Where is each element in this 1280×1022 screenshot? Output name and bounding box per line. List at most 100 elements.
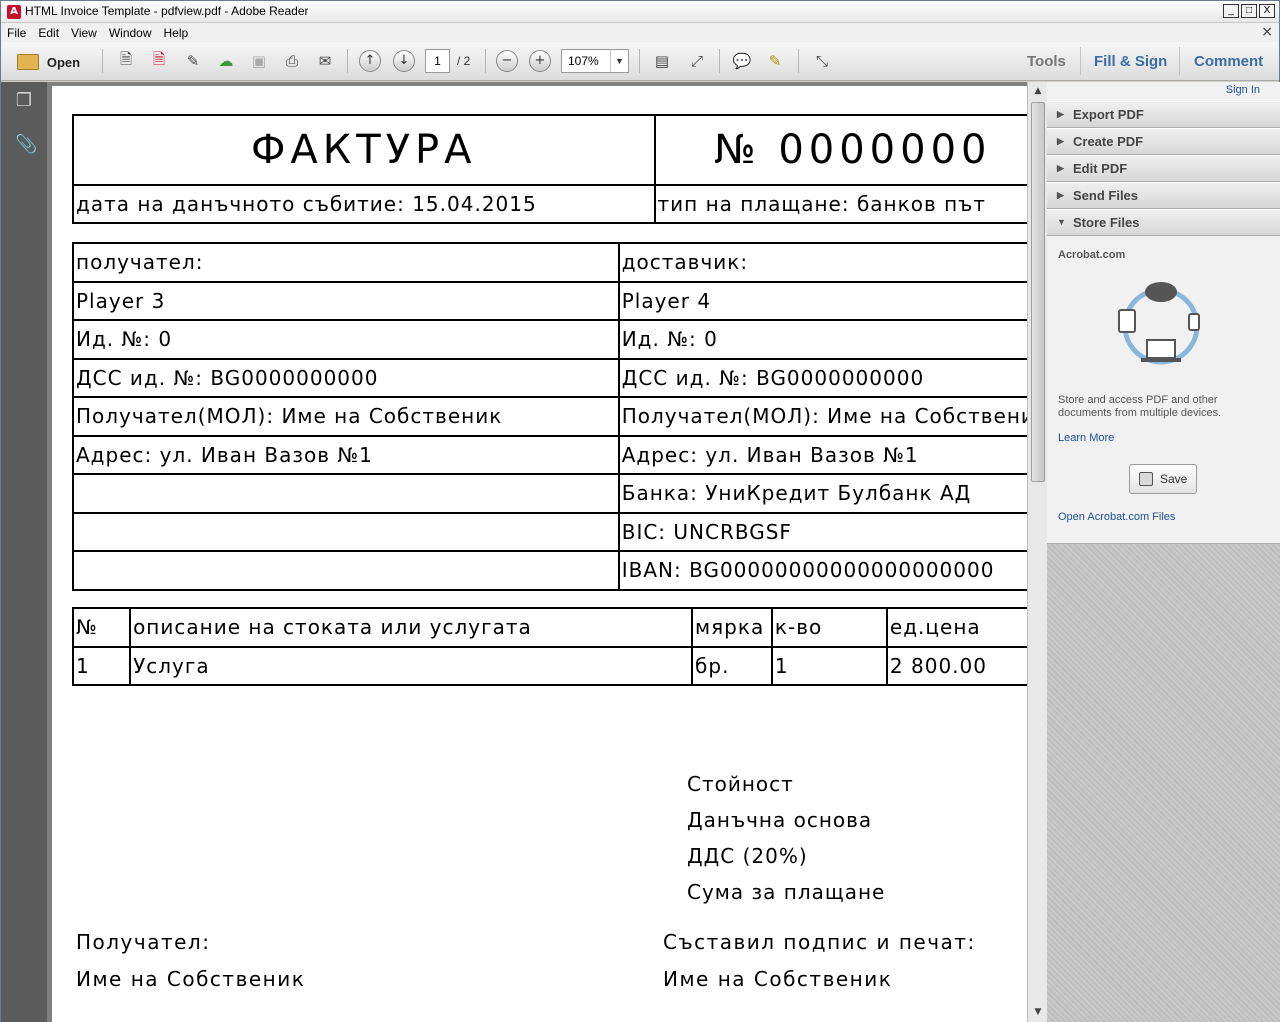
create-pdf-icon[interactable]: 🗎 <box>114 49 138 73</box>
invoice-number: № 0000000 <box>653 114 1027 186</box>
menu-edit[interactable]: Edit <box>32 26 65 40</box>
recipient-signature: Получател: Име на Собственик <box>76 924 305 998</box>
upload-cloud-icon[interactable]: ☁ <box>213 49 239 73</box>
minus-icon: − <box>496 50 518 72</box>
col-unit: мярка <box>691 607 773 648</box>
vat-label: ДДС (20%) <box>687 844 808 868</box>
tab-fill-sign[interactable]: Fill & Sign <box>1094 53 1167 70</box>
arrow-up-icon: ↑ <box>359 50 381 72</box>
document-view[interactable]: ФАКТУРА № 0000000 дата на данъчното съби… <box>47 82 1027 1022</box>
col-quantity: к-во <box>770 607 888 648</box>
maximize-button[interactable]: □ <box>1241 4 1257 18</box>
fit-width-icon[interactable]: ⤢ <box>684 49 710 73</box>
menu-file[interactable]: File <box>1 26 32 40</box>
supplier-vat: ДСС ид. №: BG0000000000 <box>617 357 1027 398</box>
save-disk-icon <box>1139 472 1153 486</box>
attachments-icon[interactable]: 📎 <box>15 134 37 155</box>
recipient-signature-name: Име на Собственик <box>76 967 306 991</box>
tab-divider <box>1179 47 1180 75</box>
plus-icon: + <box>529 50 551 72</box>
navigation-pane: ❐ 📎 <box>1 82 47 1022</box>
supplier-name: Player 4 <box>617 280 1027 321</box>
menu-view[interactable]: View <box>65 26 103 40</box>
tab-comment[interactable]: Comment <box>1194 53 1263 70</box>
section-label: Send Files <box>1073 188 1139 203</box>
empty-cell <box>72 511 620 552</box>
window-controls: _ □ X <box>1223 4 1275 18</box>
export-pdf-section[interactable]: ▶ Export PDF <box>1047 101 1280 128</box>
open-button[interactable]: Open <box>11 50 86 74</box>
supplier-address: Адрес: ул. Иван Вазов №1 <box>617 434 1027 475</box>
toolbar-separator <box>639 49 640 73</box>
page-number-input[interactable]: 1 <box>425 49 450 73</box>
total-value-label: Стойност <box>687 772 794 796</box>
print-icon[interactable]: ⎙ <box>279 49 305 73</box>
page-thumbnails-icon[interactable]: ❐ <box>15 90 33 111</box>
parties-table: получател: доставчик: Player 3 Player 4 Ид… <box>72 242 1027 591</box>
full-screen-icon[interactable]: ⤡ <box>809 49 835 73</box>
document-scrollbar[interactable]: ▲ ▼ <box>1027 82 1047 1022</box>
store-files-section[interactable]: ▼ Store Files <box>1047 209 1280 236</box>
zoom-select[interactable]: 107% ▼ <box>561 49 629 73</box>
previous-page-button[interactable]: ↑ <box>358 49 382 73</box>
col-unit-price: ед.цена <box>885 607 1027 648</box>
tax-event-date: дата на данъчното събитие: 15.04.2015 <box>72 184 656 224</box>
edit-pdf-icon[interactable]: ✎ <box>181 49 205 73</box>
toolbar-separator <box>102 49 103 73</box>
sticky-note-icon[interactable]: 💬 <box>729 49 755 73</box>
item-unit-price: 2 800.00 <box>885 645 1027 686</box>
item-unit: бр. <box>691 645 773 686</box>
recipient-heading: получател: <box>72 242 620 283</box>
scroll-up-icon[interactable]: ▲ <box>1030 83 1046 99</box>
empty-cell <box>72 473 620 514</box>
section-label: Export PDF <box>1073 107 1144 122</box>
edit-pdf-section[interactable]: ▶ Edit PDF <box>1047 155 1280 182</box>
close-button[interactable]: X <box>1259 4 1275 18</box>
send-files-section[interactable]: ▶ Send Files <box>1047 182 1280 209</box>
acrobat-com-title: Acrobat.com <box>1058 249 1126 261</box>
expand-arrow-icon: ▶ <box>1057 163 1064 173</box>
email-icon[interactable]: ✉ <box>312 49 338 73</box>
export-pdf-icon[interactable]: 🗎 <box>147 49 171 73</box>
menu-help[interactable]: Help <box>158 26 195 40</box>
chevron-down-icon[interactable]: ▼ <box>610 50 628 72</box>
zoom-out-button[interactable]: − <box>495 49 519 73</box>
title-bar: A HTML Invoice Template - pdfview.pdf - … <box>1 1 1279 23</box>
save-button[interactable]: Save <box>1129 464 1197 494</box>
tab-divider <box>1080 47 1081 75</box>
recipient-signature-label: Получател: <box>76 930 211 954</box>
supplier-iban: IBAN: BG00000000000000000000 <box>617 550 1027 591</box>
item-number: 1 <box>71 645 132 686</box>
recipient-mol: Получател(МОЛ): Име на Собственик <box>72 396 620 437</box>
recipient-address: Адрес: ул. Иван Вазов №1 <box>72 434 620 475</box>
zoom-in-button[interactable]: + <box>528 49 552 73</box>
menu-window[interactable]: Window <box>103 26 158 40</box>
toolbar-separator <box>347 49 348 73</box>
items-table: № описание на стоката или услугата мярка… <box>71 607 1027 686</box>
open-acrobat-files-link[interactable]: Open Acrobat.com Files <box>1058 511 1175 523</box>
close-document-icon[interactable]: × <box>1261 24 1273 40</box>
window-title: HTML Invoice Template - pdfview.pdf - Ad… <box>25 4 309 18</box>
sign-in-link[interactable]: Sign In <box>1226 84 1260 96</box>
expand-arrow-icon: ▶ <box>1057 109 1064 119</box>
scroll-down-icon[interactable]: ▼ <box>1030 1004 1046 1020</box>
store-files-panel: Acrobat.com Store and access PDF and oth… <box>1047 236 1280 544</box>
supplier-mol: Получател(МОЛ): Име на Собственик <box>617 396 1027 437</box>
highlight-icon[interactable]: ✎ <box>762 49 788 73</box>
fit-page-icon[interactable]: ▤ <box>649 49 675 73</box>
col-description: описание на стоката или услугата <box>129 607 694 648</box>
save-disk-icon[interactable]: ▣ <box>247 49 271 73</box>
learn-more-link[interactable]: Learn More <box>1058 432 1114 444</box>
tab-tools[interactable]: Tools <box>1027 53 1066 70</box>
next-page-button[interactable]: ↓ <box>392 49 416 73</box>
minimize-button[interactable]: _ <box>1223 4 1239 18</box>
table-row: 1 Услуга бр. 1 2 800.00 <box>71 645 1027 686</box>
arrow-down-icon: ↓ <box>393 50 415 72</box>
invoice-title: ФАКТУРА <box>72 114 656 186</box>
issuer-signature-name: Име на Собственик <box>663 967 893 991</box>
create-pdf-section[interactable]: ▶ Create PDF <box>1047 128 1280 155</box>
cloud-sync-icon <box>1118 282 1200 365</box>
item-description: Услуга <box>129 645 694 686</box>
tax-base-label: Данъчна основа <box>687 808 873 832</box>
scroll-thumb[interactable] <box>1031 102 1045 482</box>
